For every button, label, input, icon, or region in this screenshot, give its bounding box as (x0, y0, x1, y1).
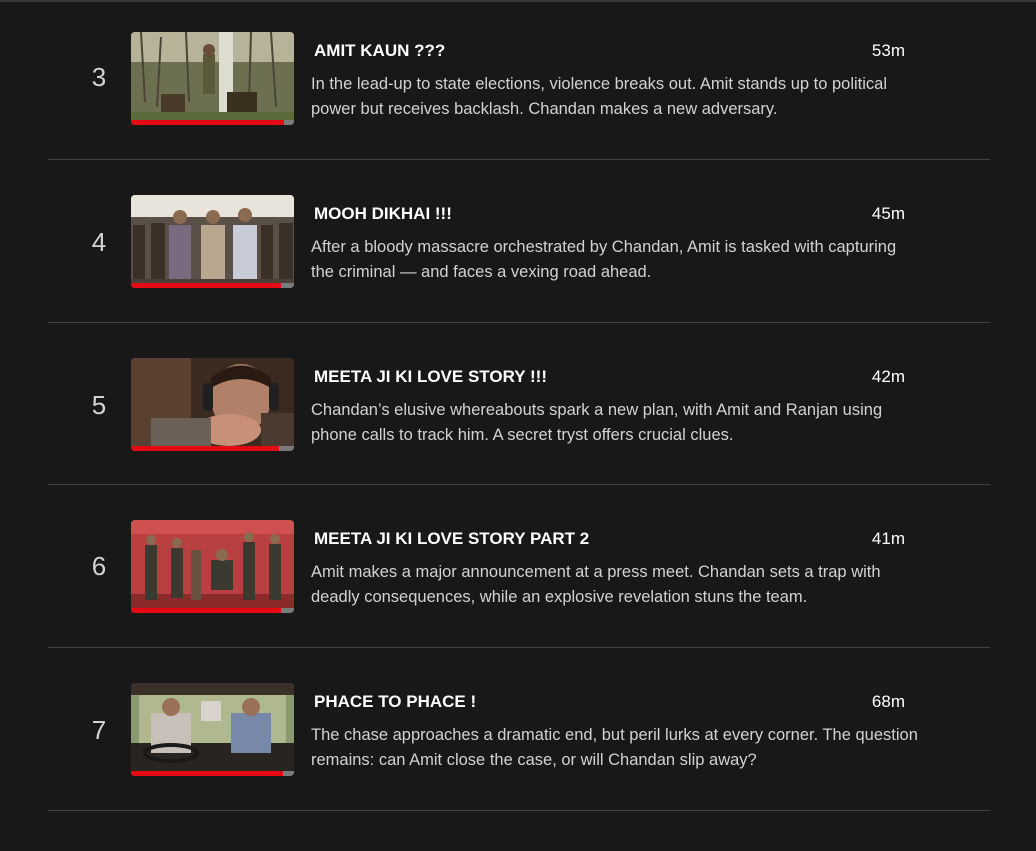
thumbnail-image (131, 32, 294, 125)
progress-fill (131, 771, 283, 776)
episode-title: PHACE TO PHACE ! (314, 692, 477, 711)
progress-fill (131, 446, 280, 451)
episode-description: The chase approaches a dramatic end, but… (311, 726, 918, 769)
episode-thumbnail[interactable] (131, 683, 294, 776)
episode-number: 4 (91, 227, 107, 257)
episode-thumbnail[interactable] (131, 32, 294, 125)
episode-description: After a bloody massacre orchestrated by … (311, 238, 897, 281)
episode-description: In the lead-up to state elections, viole… (311, 75, 888, 118)
episode-title: MOOH DIKHAI !!! (314, 204, 452, 223)
episode-duration: 45m (871, 204, 905, 223)
progress-fill (131, 608, 281, 613)
episode-thumbnail[interactable] (131, 520, 294, 613)
episode-item[interactable]: 6 MEETA JI KI LOVE STORY PART 2 41m Amit… (48, 485, 990, 648)
episode-duration: 42m (871, 367, 905, 386)
episode-item[interactable]: 3 AMIT KAUN ??? 53m In the lead-up to st… (48, 0, 990, 160)
progress-track (131, 771, 294, 776)
thumbnail-image (131, 520, 294, 613)
episode-number: 5 (91, 390, 107, 420)
episode-duration: 68m (871, 692, 905, 711)
progress-fill (131, 120, 285, 125)
progress-track (131, 120, 294, 125)
progress-track (131, 608, 294, 613)
episode-thumbnail[interactable] (131, 195, 294, 288)
episode-number: 7 (91, 715, 107, 745)
progress-track (131, 283, 294, 288)
episode-description: Chandan’s elusive whereabouts spark a ne… (311, 401, 883, 444)
thumbnail-image (131, 683, 294, 776)
episode-duration: 53m (871, 41, 905, 60)
episode-item[interactable]: 4 MOOH DIKHAI !!! 45m After a bloody mas… (48, 160, 990, 323)
episode-title: AMIT KAUN ??? (314, 41, 446, 60)
episode-number: 6 (91, 551, 107, 581)
episode-description: Amit makes a major announcement at a pre… (311, 563, 881, 606)
episode-list: 3 AMIT KAUN ??? 53m In the lead-up to st… (48, 0, 990, 811)
thumbnail-image (131, 358, 294, 451)
thumbnail-image (131, 195, 294, 288)
episode-title: MEETA JI KI LOVE STORY !!! (314, 367, 547, 386)
episode-duration: 41m (871, 529, 905, 548)
episode-item[interactable]: 5 MEETA JI KI LOVE STORY !!! 42m Chandan… (48, 323, 990, 485)
episode-title: MEETA JI KI LOVE STORY PART 2 (314, 529, 590, 548)
episode-number: 3 (91, 62, 107, 92)
progress-fill (131, 283, 281, 288)
episode-item[interactable]: 7 PHACE TO PHACE ! 68m The chase approac… (48, 648, 990, 811)
progress-track (131, 446, 294, 451)
episode-thumbnail[interactable] (131, 358, 294, 451)
